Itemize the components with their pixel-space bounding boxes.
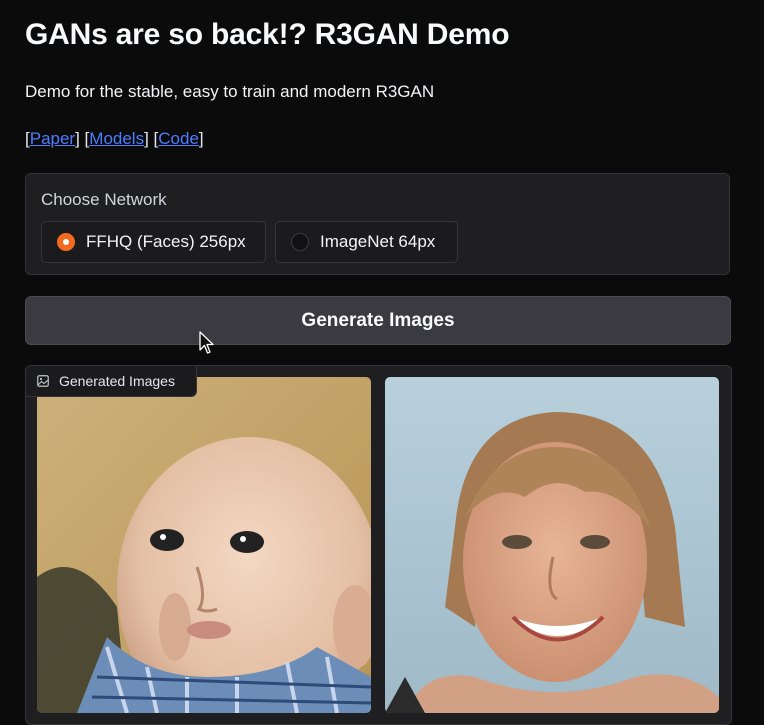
- woman-face-image: [385, 377, 719, 713]
- generated-image-baby[interactable]: [37, 377, 371, 713]
- radio-unselected-icon[interactable]: [291, 233, 309, 251]
- gallery-label-text: Generated Images: [59, 373, 175, 389]
- image-icon: [37, 375, 49, 387]
- generated-images-gallery: Generated Images: [25, 365, 732, 725]
- generated-image-woman[interactable]: [385, 377, 719, 713]
- baby-face-image: [37, 377, 371, 713]
- page-title: GANs are so back!? R3GAN Demo: [25, 18, 510, 51]
- radio-option-ffhq[interactable]: FFHQ (Faces) 256px: [41, 221, 266, 263]
- link-row: [Paper] [Models] [Code]: [25, 129, 204, 148]
- radio-option-label: FFHQ (Faces) 256px: [86, 232, 246, 251]
- generate-images-button[interactable]: Generate Images: [25, 296, 731, 345]
- radio-option-label: ImageNet 64px: [320, 232, 436, 251]
- page-description: Demo for the stable, easy to train and m…: [25, 82, 435, 101]
- mouse-cursor-icon: [199, 331, 214, 354]
- radio-selected-icon[interactable]: [57, 233, 75, 251]
- paper-link[interactable]: Paper: [30, 129, 75, 148]
- radio-option-imagenet[interactable]: ImageNet 64px: [275, 221, 458, 263]
- models-link[interactable]: Models: [89, 129, 144, 148]
- gallery-label: Generated Images: [26, 366, 197, 397]
- network-selector: Choose Network FFHQ (Faces) 256px ImageN…: [25, 173, 730, 275]
- code-link[interactable]: Code: [158, 129, 199, 148]
- network-label: Choose Network: [41, 190, 167, 209]
